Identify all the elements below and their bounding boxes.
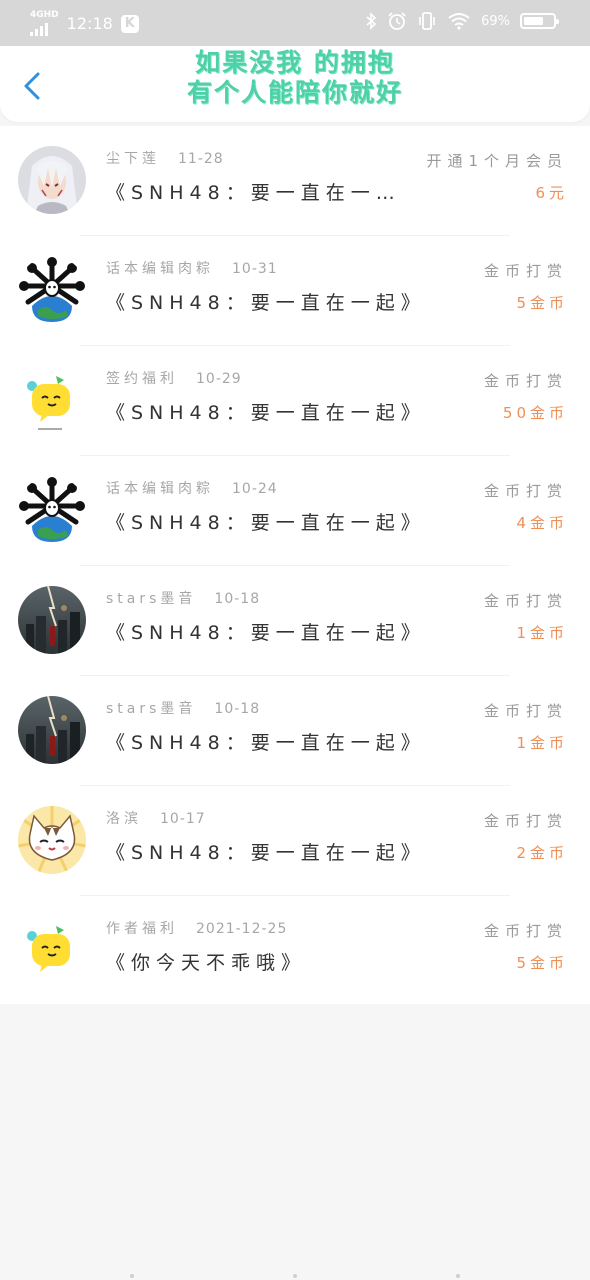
wifi-icon [448,13,470,30]
user-name: 话本编辑肉粽 [106,261,214,277]
nav-hint-dot [293,1274,297,1278]
alarm-icon [388,12,406,30]
list-item[interactable]: 作者福利 2021-12-25 《你今天不乖哦》 金币打赏 5金币 [0,896,590,1006]
network-type: 4GHD [30,10,59,20]
record-date: 10-24 [232,481,278,497]
avatar[interactable] [18,146,86,214]
record-type: 金币打赏 [483,372,568,390]
header: 如果没我 的拥抱 有个人能陪你就好 [0,46,590,122]
clock: 12:18 [66,14,113,33]
book-title: 《SNH48：要一直在一起》 [106,512,426,534]
record-date: 10-18 [214,591,261,607]
record-type: 金币打赏 [483,922,568,940]
record-date: 2021-12-25 [196,921,288,937]
avatar[interactable] [18,806,86,874]
record-type: 金币打赏 [483,592,568,610]
avatar[interactable] [18,916,86,984]
book-title: 《SNH48：要一直在一起》 [106,732,426,754]
earth-spider-avatar-icon [18,476,86,544]
status-bar: 4GHD 12:18 K 69% [0,0,590,46]
silver-hair-anime-avatar-icon [18,146,86,214]
battery-icon [520,13,559,29]
list-item[interactable]: stars墨音 10-18 《SNH48：要一直在一起》 金币打赏 1金币 [0,566,590,676]
user-name: stars墨音 [106,591,197,607]
record-amount: 1金币 [516,624,568,642]
list-item[interactable]: 话本编辑肉粽 10-31 《SNH48：要一直在一起》 金币打赏 5金币 [0,236,590,346]
avatar[interactable] [18,696,86,764]
user-name: 作者福利 [106,921,178,937]
back-arrow-icon[interactable] [18,68,48,104]
vibrate-icon [419,12,435,30]
book-title: 《SNH48：要一直在一起》 [106,292,426,314]
record-type: 金币打赏 [483,702,568,720]
user-name: 洛滨 [106,811,142,827]
record-type: 金币打赏 [483,482,568,500]
record-amount: 1金币 [516,734,568,752]
book-title: 《你今天不乖哦》 [106,952,307,974]
page-title-line2: 有个人能陪你就好 [186,78,403,107]
user-name: 话本编辑肉粽 [106,481,214,497]
battery-percent: 69% [481,13,510,29]
avatar[interactable] [18,366,86,434]
user-name: stars墨音 [106,701,197,717]
book-title: 《SNH48：要一直在一起》 [106,402,426,424]
list-item[interactable]: stars墨音 10-18 《SNH48：要一直在一起》 金币打赏 1金币 [0,676,590,786]
book-title: 《SNH48：要一直在一起》 [106,622,426,644]
user-name: 签约福利 [106,371,178,387]
record-amount: 6元 [535,184,568,202]
nav-hint-dot [130,1274,134,1278]
income-record-list: 尘下莲 11-28 《SNH48：要一直在一… 开通1个月会员 6元 话本编辑肉粽… [0,126,590,1004]
yellow-chat-bubble-avatar-icon [18,366,86,434]
list-item[interactable]: 洛滨 10-17 《SNH48：要一直在一起》 金币打赏 2金币 [0,786,590,896]
nav-hint-dot [456,1274,460,1278]
avatar[interactable] [18,476,86,544]
book-title: 《SNH48：要一直在一起》 [106,842,426,864]
stormy-city-avatar-icon [18,696,86,764]
record-amount: 4金币 [516,514,568,532]
page-title-line1: 如果没我 的拥抱 [195,48,395,77]
record-date: 10-29 [196,371,242,387]
list-item[interactable]: 尘下莲 11-28 《SNH48：要一直在一… 开通1个月会员 6元 [0,126,590,236]
yellow-chat-bubble-avatar-icon [18,916,86,984]
record-amount: 5金币 [516,954,568,972]
record-date: 10-17 [160,811,206,827]
record-date: 11-28 [178,151,224,167]
record-date: 10-18 [214,701,261,717]
list-item[interactable]: 签约福利 10-29 《SNH48：要一直在一起》 金币打赏 50金币 [0,346,590,456]
list-item[interactable]: 话本编辑肉粽 10-24 《SNH48：要一直在一起》 金币打赏 4金币 [0,456,590,566]
record-amount: 2金币 [516,844,568,862]
signal-icon [30,20,48,36]
book-title: 《SNH48：要一直在一… [106,182,401,204]
bluetooth-icon [366,12,377,30]
record-type: 金币打赏 [483,262,568,280]
record-amount: 50金币 [502,404,568,422]
record-type: 开通1个月会员 [426,152,568,170]
avatar[interactable] [18,586,86,654]
earth-spider-avatar-icon [18,256,86,324]
record-amount: 5金币 [516,294,568,312]
avatar[interactable] [18,256,86,324]
stormy-city-avatar-icon [18,586,86,654]
record-type: 金币打赏 [483,812,568,830]
app-badge-icon: K [120,14,139,33]
cartoon-cat-avatar-icon [18,806,86,874]
record-date: 10-31 [232,261,278,277]
user-name: 尘下莲 [106,151,160,167]
